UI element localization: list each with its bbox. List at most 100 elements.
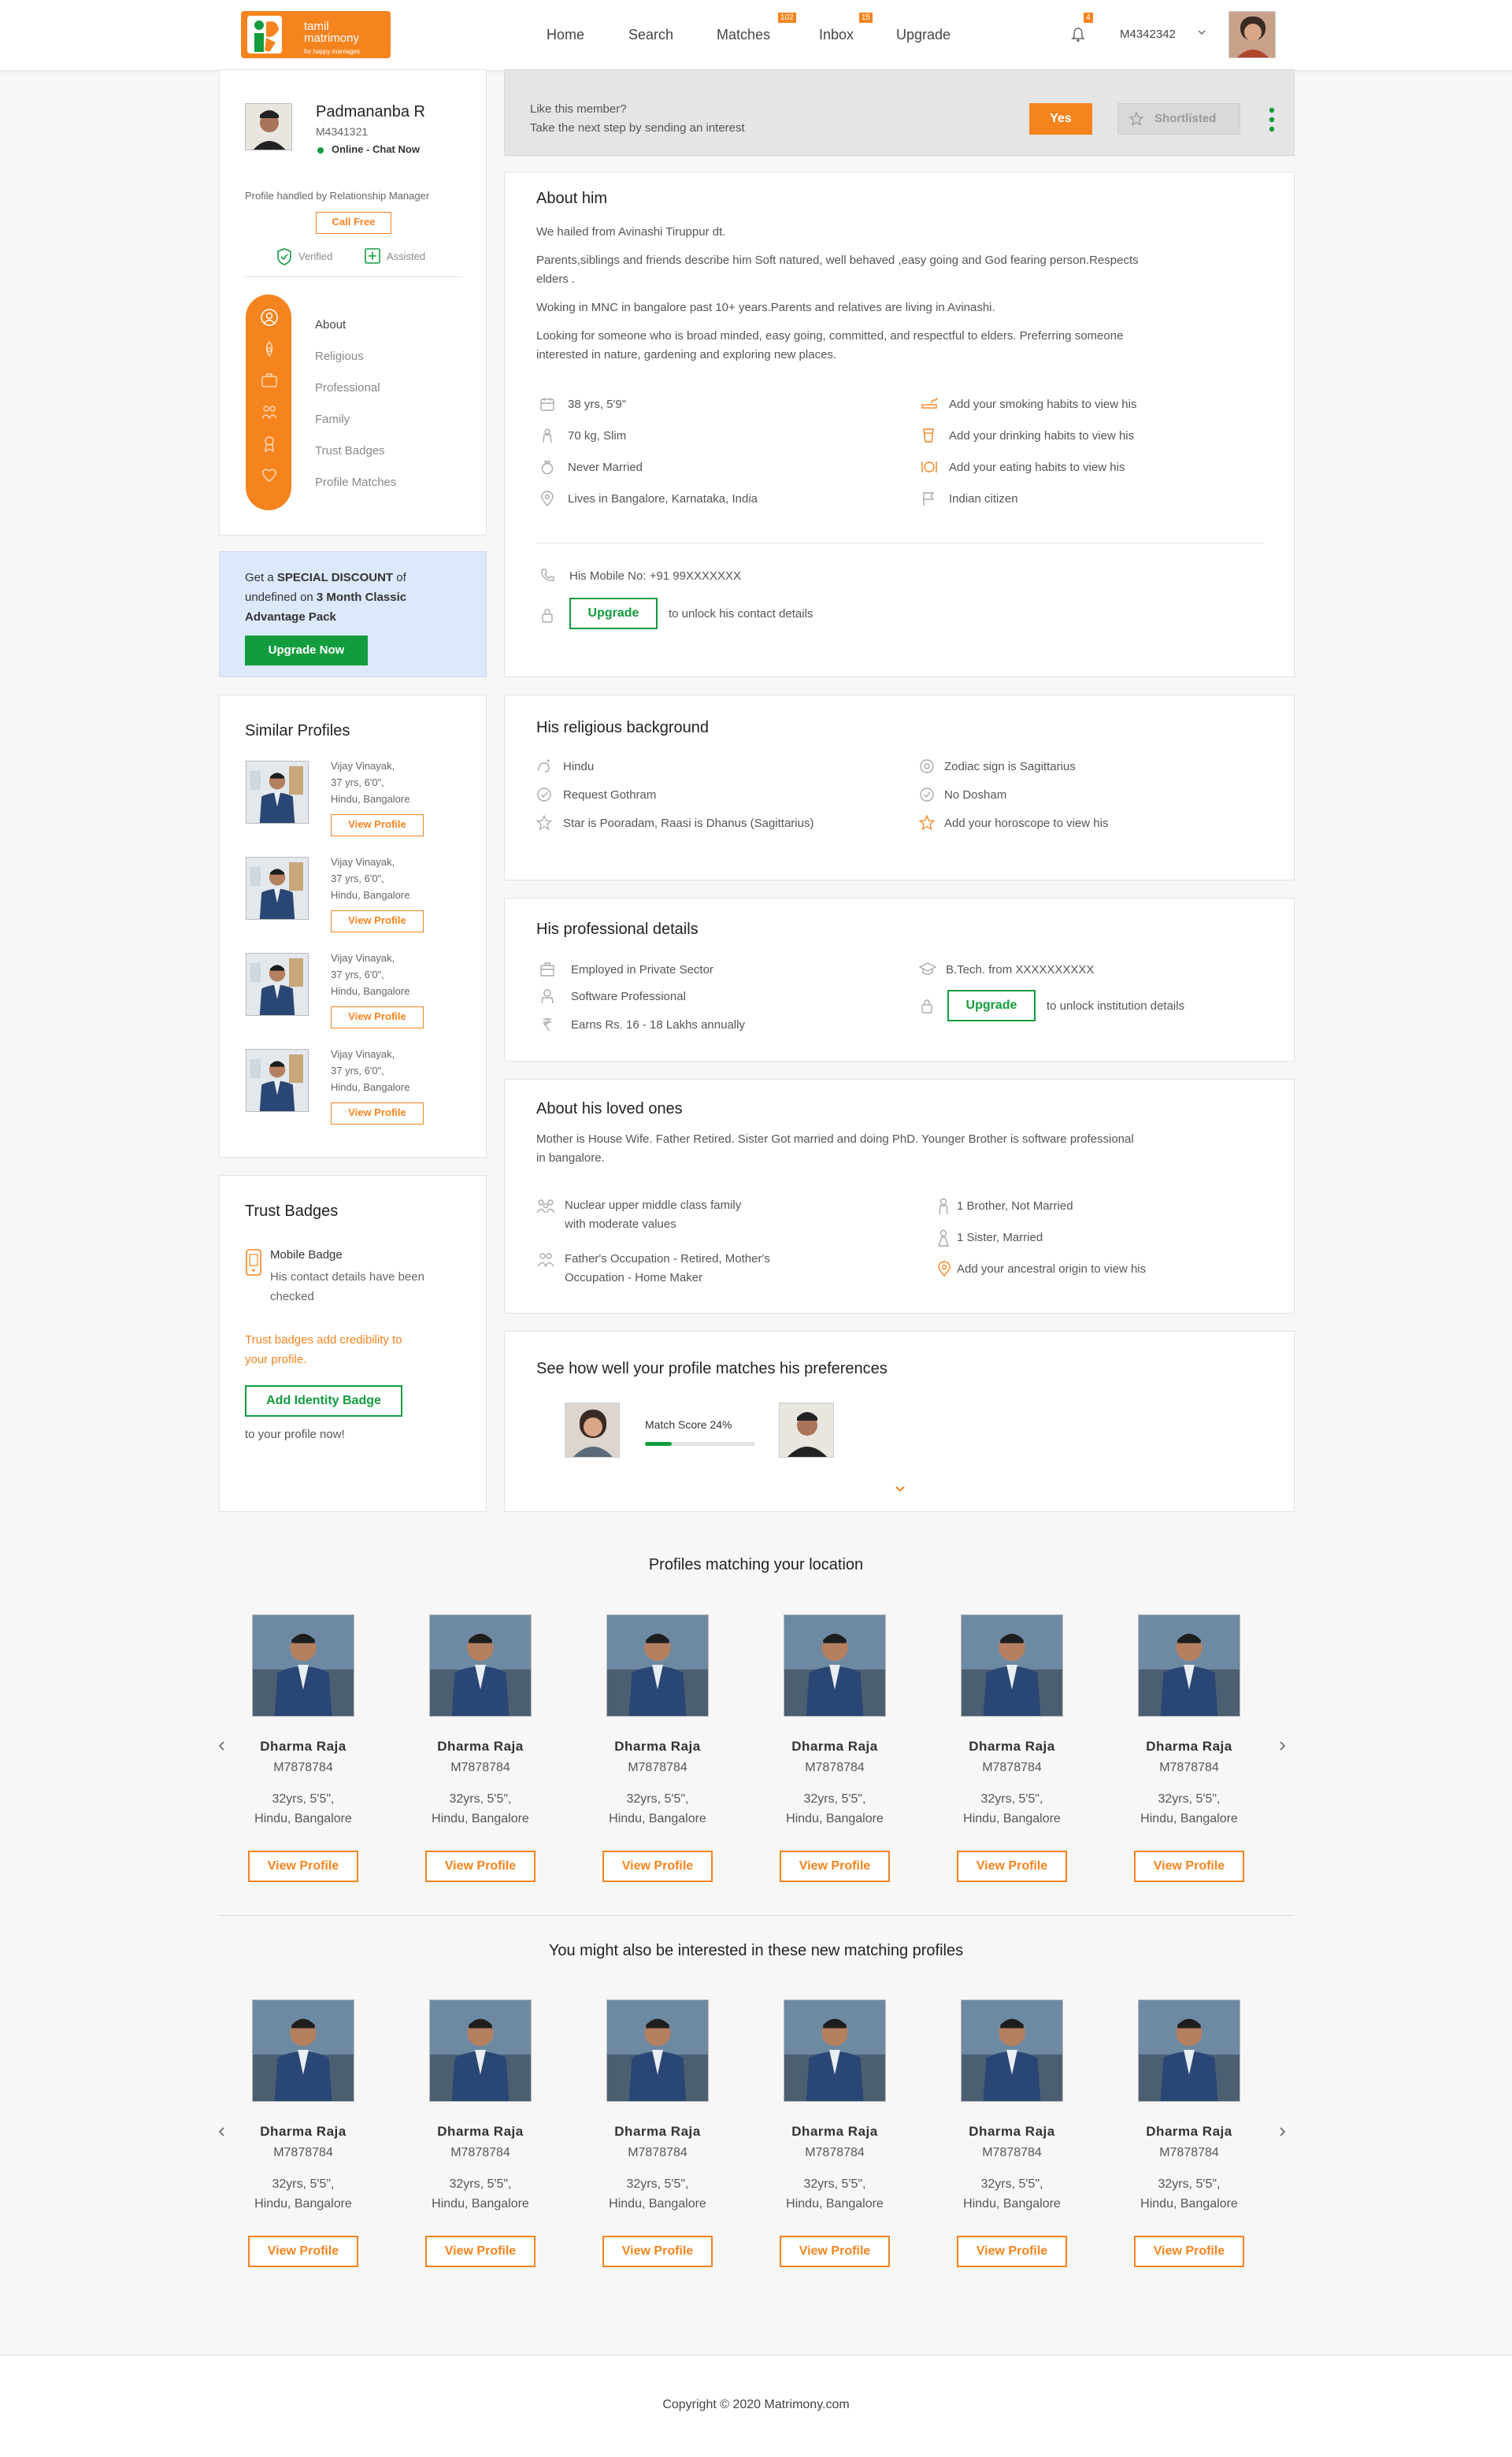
upgrade-now-button[interactable]: Upgrade Now <box>245 636 368 665</box>
profile-card-name[interactable]: Dharma Raja <box>579 1739 736 1755</box>
user-icon[interactable] <box>261 309 278 326</box>
profile-card-photo[interactable] <box>784 1999 886 2102</box>
similar-profile-place: Hindu, Bangalore <box>331 889 410 901</box>
profile-card-name[interactable]: Dharma Raja <box>1110 1739 1268 1755</box>
view-profile-button[interactable]: View Profile <box>331 1006 424 1028</box>
religious-icon[interactable] <box>261 340 278 358</box>
profile-card-photo[interactable] <box>252 1999 354 2102</box>
profile-card-name[interactable]: Dharma Raja <box>756 1739 914 1755</box>
current-user-id[interactable]: M4342342 <box>1120 28 1176 41</box>
expand-chevron-icon[interactable] <box>894 1484 906 1494</box>
profile-card-photo[interactable] <box>961 1999 1063 2102</box>
age-height: 38 yrs, 5'9" <box>568 398 627 411</box>
view-profile-button[interactable]: View Profile <box>331 1102 424 1125</box>
nav-matches[interactable]: Matches <box>717 27 770 43</box>
view-profile-button[interactable]: View Profile <box>957 1851 1067 1882</box>
briefcase-icon[interactable] <box>261 372 278 389</box>
similar-profile-age: 37 yrs, 6'0", <box>331 873 384 884</box>
nav-search[interactable]: Search <box>628 27 673 43</box>
profile-card-name[interactable]: Dharma Raja <box>756 2124 914 2140</box>
family-paragraph: Mother is House Wife. Father Retired. Si… <box>536 1132 1134 1146</box>
sister-icon <box>936 1229 951 1247</box>
family-group-icon <box>536 1198 555 1214</box>
ancestral-origin-link[interactable]: Add your ancestral origin to view his <box>957 1262 1146 1276</box>
side-nav-trust-badges[interactable]: Trust Badges <box>315 444 385 458</box>
profile-card-age: 32yrs, 5'5", <box>980 1792 1043 1806</box>
view-profile-button[interactable]: View Profile <box>780 2236 890 2267</box>
more-options-icon[interactable] <box>1269 106 1275 133</box>
matches-count-badge: 102 <box>778 13 796 23</box>
profile-card-photo[interactable] <box>606 1999 709 2102</box>
drinking-habits-link[interactable]: Add your drinking habits to view his <box>949 429 1134 443</box>
similar-profile-photo[interactable] <box>246 1049 309 1112</box>
view-profile-button[interactable]: View Profile <box>1134 2236 1244 2267</box>
profile-photo[interactable] <box>245 103 292 150</box>
profile-card-name[interactable]: Dharma Raja <box>224 1739 382 1755</box>
view-profile-button[interactable]: View Profile <box>425 1851 536 1882</box>
profile-card-id: M7878784 <box>982 1761 1042 1774</box>
profile-card-photo[interactable] <box>429 1999 532 2102</box>
view-profile-button[interactable]: View Profile <box>1134 1851 1244 1882</box>
similar-profile-photo[interactable] <box>246 761 309 824</box>
shortlist-button[interactable]: Shortlisted <box>1117 103 1240 135</box>
side-nav-family[interactable]: Family <box>315 413 350 426</box>
carousel-next-icon[interactable] <box>1277 1740 1287 1751</box>
profile-card-photo[interactable] <box>252 1614 354 1717</box>
matches-heart-icon[interactable] <box>261 466 278 484</box>
profile-card-photo[interactable] <box>1138 1614 1240 1717</box>
side-nav-about[interactable]: About <box>315 318 346 332</box>
trust-badge-icon[interactable] <box>261 435 278 452</box>
carousel-next-icon[interactable] <box>1277 2126 1287 2137</box>
similar-profile-photo[interactable] <box>246 857 309 920</box>
view-profile-button[interactable]: View Profile <box>331 910 424 932</box>
view-profile-button[interactable]: View Profile <box>957 2236 1067 2267</box>
education: B.Tech. from XXXXXXXXXX <box>946 963 1095 976</box>
upgrade-contact-button[interactable]: Upgrade <box>569 598 658 629</box>
smoking-habits-link[interactable]: Add your smoking habits to view his <box>949 398 1136 411</box>
view-profile-button[interactable]: View Profile <box>602 1851 713 1882</box>
call-free-button[interactable]: Call Free <box>316 212 391 234</box>
view-profile-button[interactable]: View Profile <box>602 2236 713 2267</box>
trust-after-text: to your profile now! <box>245 1428 345 1441</box>
profile-card-photo[interactable] <box>1138 1999 1240 2102</box>
profile-card-name[interactable]: Dharma Raja <box>402 2124 559 2140</box>
side-nav-profile-matches[interactable]: Profile Matches <box>315 476 396 489</box>
upgrade-institution-button[interactable]: Upgrade <box>947 990 1036 1021</box>
profile-card-photo[interactable] <box>784 1614 886 1717</box>
view-profile-button[interactable]: View Profile <box>425 2236 536 2267</box>
profile-card-name[interactable]: Dharma Raja <box>402 1739 559 1755</box>
nav-upgrade[interactable]: Upgrade <box>896 27 951 43</box>
profile-card-id: M7878784 <box>805 1761 865 1774</box>
bell-icon[interactable] <box>1071 27 1085 43</box>
view-profile-button[interactable]: View Profile <box>331 814 424 836</box>
profile-card-photo[interactable] <box>429 1614 532 1717</box>
similar-profile-place: Hindu, Bangalore <box>331 985 410 997</box>
profile-card-name[interactable]: Dharma Raja <box>579 2124 736 2140</box>
profile-card-name[interactable]: Dharma Raja <box>933 1739 1091 1755</box>
brand-logo[interactable]: tamil matrimony for happy marriages <box>241 11 391 58</box>
similar-profile-photo[interactable] <box>246 953 309 1016</box>
view-profile-button[interactable]: View Profile <box>248 2236 358 2267</box>
horoscope-link[interactable]: Add your horoscope to view his <box>944 817 1108 830</box>
nav-inbox[interactable]: Inbox <box>819 27 854 43</box>
nav-home[interactable]: Home <box>547 27 584 43</box>
family-icon[interactable] <box>261 403 278 421</box>
chevron-down-icon[interactable] <box>1197 28 1206 36</box>
eating-habits-link[interactable]: Add your eating habits to view his <box>949 461 1125 474</box>
profile-card-name[interactable]: Dharma Raja <box>933 2124 1091 2140</box>
profile-card-photo[interactable] <box>606 1614 709 1717</box>
profile-card-photo[interactable] <box>961 1614 1063 1717</box>
profile-card-name[interactable]: Dharma Raja <box>1110 2124 1268 2140</box>
view-profile-button[interactable]: View Profile <box>248 1851 358 1882</box>
online-status-link[interactable]: Online - Chat Now <box>332 143 420 155</box>
profile-card-age: 32yrs, 5'5", <box>803 1792 866 1806</box>
profile-card-name[interactable]: Dharma Raja <box>224 2124 382 2140</box>
send-interest-yes-button[interactable]: Yes <box>1029 103 1092 135</box>
side-nav-religious[interactable]: Religious <box>315 350 364 363</box>
professional-details-card: His professional details Employed in Pri… <box>504 898 1295 1062</box>
family-title: About his loved ones <box>536 1100 683 1117</box>
add-identity-badge-button[interactable]: Add Identity Badge <box>245 1385 402 1417</box>
user-avatar[interactable] <box>1228 11 1276 58</box>
view-profile-button[interactable]: View Profile <box>780 1851 890 1882</box>
side-nav-professional[interactable]: Professional <box>315 381 380 395</box>
